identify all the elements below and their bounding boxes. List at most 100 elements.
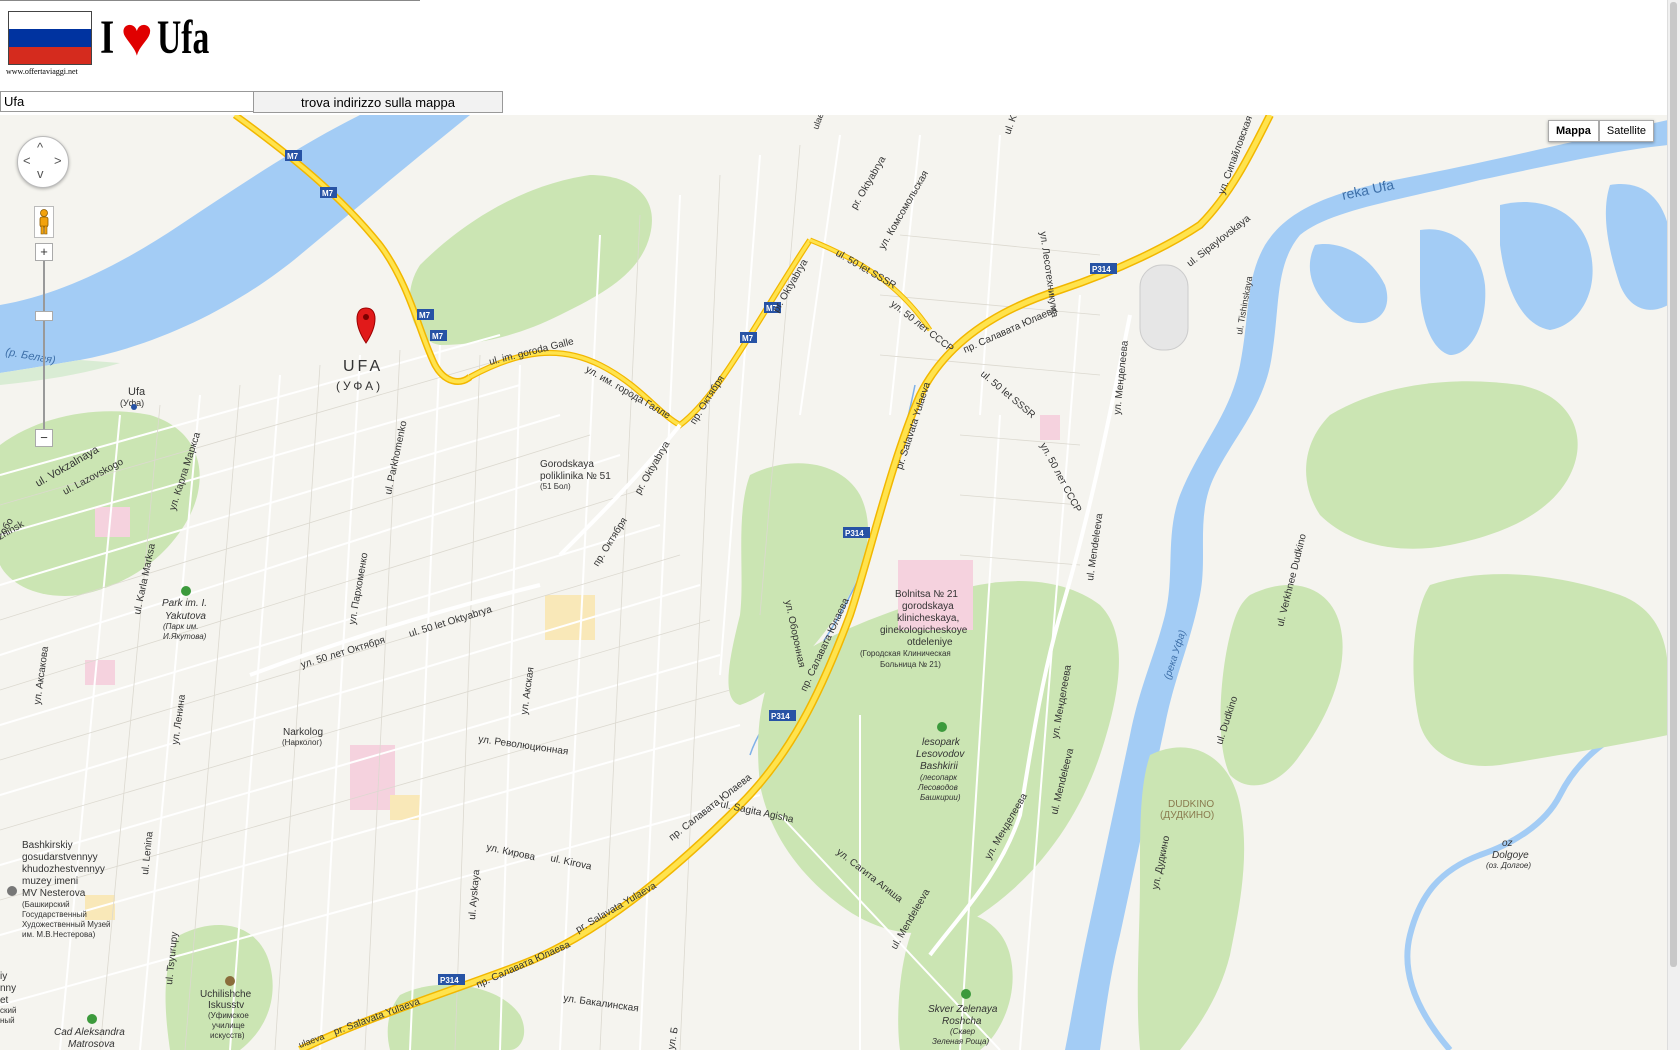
- lake-3: [1500, 202, 1593, 330]
- heart-icon: ♥: [120, 7, 153, 67]
- zoom-in-button[interactable]: +: [35, 243, 53, 261]
- city-marker[interactable]: [356, 307, 376, 344]
- find-address-button[interactable]: trova indirizzo sulla mappa: [253, 91, 503, 113]
- site-url: www.offertaviaggi.net: [6, 67, 78, 76]
- label-ul-mendeleeva-ru: ул. Менделеева: [1112, 340, 1131, 416]
- marker-pin-icon[interactable]: [356, 307, 376, 344]
- label-narkolog-1: Narkolog: [283, 727, 323, 738]
- label-lesopark-4: (лесопарк: [920, 773, 958, 782]
- lake-2: [1420, 229, 1486, 355]
- shield-m7-2: M7: [322, 189, 334, 198]
- park-icon: [181, 586, 191, 596]
- label-uchilishche-2: Iskusstv: [208, 1000, 244, 1011]
- label-dudkino: DUDKINO: [1168, 799, 1214, 810]
- label-ul-parkhomenko: ul. Parkhomenko: [383, 420, 409, 496]
- shield-m7-1: M7: [287, 152, 299, 161]
- shield-p314-1: P314: [1092, 265, 1111, 274]
- label-left-edge-6: ский: [0, 1006, 16, 1015]
- label-pr-okt-ru: пр. Октября: [687, 373, 727, 426]
- label-sad-1: Cad Aleksandra: [54, 1027, 125, 1038]
- label-ul-bakalinskaya: ул. Бакалинская: [563, 993, 640, 1014]
- block-pink-1: [95, 507, 130, 537]
- address-input[interactable]: [0, 91, 254, 112]
- label-oz-1: oz: [1502, 838, 1513, 849]
- label-narkolog-2: (Нарколог): [282, 738, 322, 747]
- label-uchilishche-1: Uchilishche: [200, 989, 252, 1000]
- label-left-edge-5: et: [0, 995, 9, 1006]
- park-icon: [961, 989, 971, 999]
- i-love-ufa-logo: I ♥ Ufa: [98, 7, 231, 67]
- label-ul-50let-sssr2: ul. 50 let SSSR: [978, 369, 1037, 421]
- green-area-dudkino: [1137, 747, 1245, 1050]
- label-ul-komsomolskaya: ул. Комсомольская: [877, 169, 931, 252]
- block-pink-3: [1040, 415, 1060, 440]
- pan-up-icon[interactable]: ^: [37, 141, 43, 154]
- label-uchilishche-5: искусств): [210, 1031, 245, 1040]
- lake-1: [1309, 244, 1388, 324]
- scrollbar-thumb[interactable]: [1670, 2, 1677, 967]
- label-polik-2: poliklinika № 51: [540, 471, 611, 482]
- label-bolnitsa-6: (Городская Клиническая: [860, 649, 951, 658]
- zoom-out-button[interactable]: −: [35, 429, 53, 447]
- lake-4: [1605, 184, 1668, 310]
- label-polik-3: (51 Бол): [540, 482, 571, 491]
- label-museum-5: MV Nesterova: [22, 888, 86, 899]
- flag-stripe-blue: [9, 29, 91, 47]
- station-icon: [131, 404, 137, 410]
- label-skver-1: Skver Zelenaya: [928, 1004, 998, 1015]
- pan-down-icon[interactable]: v: [37, 167, 44, 180]
- label-lesopark-2: Lesovodov: [916, 749, 965, 760]
- pan-left-icon[interactable]: <: [23, 154, 31, 167]
- page-scrollbar[interactable]: [1667, 0, 1680, 1050]
- shield-p314-4: P314: [440, 976, 459, 985]
- block-yellow-1: [545, 595, 595, 640]
- label-ul-kirova: ul. Kirova: [549, 853, 592, 873]
- shield-m7-4: M7: [432, 332, 444, 341]
- label-bolnitsa-5: otdeleniye: [907, 637, 953, 648]
- label-ul-k: ul. K: [1002, 115, 1019, 136]
- map-canvas[interactable]: M7 M7 M7 M7 M7 M7 P314 P314 P314 P314 UF…: [0, 115, 1668, 1050]
- label-uchilishche-3: (Уфимское: [208, 1011, 249, 1020]
- zoom-thumb[interactable]: [35, 311, 53, 321]
- zoom-slider[interactable]: + −: [35, 243, 53, 453]
- label-bottom-ul-b: ул. Б: [666, 1026, 681, 1050]
- flag-stripe-red: [9, 46, 91, 64]
- label-bolnitsa-3: klinicheskaya,: [897, 613, 959, 624]
- label-museum-7: Государственный: [22, 910, 87, 919]
- label-ul-akskaya: ул. Акская: [519, 666, 537, 715]
- label-ul-lesotekhnikuma: ул. Лесотехникума: [1037, 231, 1060, 319]
- map-type-control: Mappa Satellite: [1548, 120, 1654, 142]
- shield-p314-2: P314: [845, 529, 864, 538]
- shield-p314-3: P314: [771, 712, 790, 721]
- label-top-ulyaeva: ulaeva: [810, 115, 828, 131]
- green-area-north: [409, 175, 652, 345]
- label-ul-revolyutsionnaya: ул. Революционная: [478, 734, 569, 758]
- pan-right-icon[interactable]: >: [54, 154, 62, 167]
- shield-m7-5: M7: [742, 334, 754, 343]
- label-ul-kirova-ru: ул. Кирова: [485, 842, 536, 863]
- label-uchilishche-4: училище: [212, 1021, 245, 1030]
- label-oz-3: (оз. Долгое): [1486, 861, 1531, 870]
- label-park-yakutova-2: Yakutova: [165, 611, 206, 622]
- map-type-mappa-button[interactable]: Mappa: [1548, 120, 1599, 142]
- header: I ♥ Ufa www.offertaviaggi.net: [0, 0, 420, 91]
- river-belaya: [0, 115, 470, 373]
- label-ufa-city-ru: (УФА): [336, 379, 383, 393]
- flag-stripe-white: [9, 12, 91, 30]
- label-bolnitsa-7: Больница № 21): [880, 660, 941, 669]
- zoom-track[interactable]: [43, 261, 45, 436]
- map-tiles[interactable]: M7 M7 M7 M7 M7 M7 P314 P314 P314 P314 UF…: [0, 115, 1668, 1050]
- map-type-satellite-button[interactable]: Satellite: [1598, 120, 1654, 142]
- label-ufa-city: UFA: [343, 358, 383, 375]
- stadium: [1139, 264, 1189, 351]
- pan-control[interactable]: ^ < > v: [17, 136, 69, 188]
- label-lesopark-3: Bashkirii: [920, 761, 959, 772]
- label-ul-lenina: ul. Lenina: [140, 831, 156, 876]
- label-ul-ayskaya: ul. Ayskaya: [467, 869, 482, 921]
- label-bolnitsa-4: ginekologicheskoye: [880, 625, 968, 636]
- label-bolnitsa-1: Bolnitsa № 21: [895, 589, 958, 600]
- museum-block: [350, 745, 395, 810]
- label-park-yakutova-4: И.Якутова): [163, 632, 207, 641]
- label-pr-okt3: pr. Oktyabrya: [849, 154, 888, 211]
- street-view-pegman-icon[interactable]: [34, 206, 54, 238]
